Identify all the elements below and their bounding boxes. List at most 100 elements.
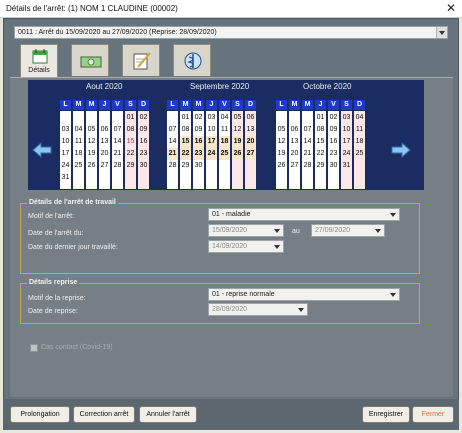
calendar-day[interactable]: 16 xyxy=(193,136,204,148)
calendar-day[interactable]: 07 xyxy=(167,124,178,136)
calendar-day[interactable]: 02 xyxy=(138,112,149,124)
calendar-day[interactable]: 24 xyxy=(206,148,217,160)
calendar-day[interactable]: 04 xyxy=(73,124,84,136)
chevron-down-icon[interactable] xyxy=(272,225,283,236)
calendar-day[interactable]: 22 xyxy=(315,148,326,160)
dernier-jour-field[interactable]: 14/09/2020 xyxy=(208,240,284,253)
calendar-day[interactable]: 18 xyxy=(73,148,84,160)
calendar-day[interactable]: 12 xyxy=(276,136,287,148)
calendar-day[interactable]: 09 xyxy=(138,124,149,136)
calendar-day[interactable]: 08 xyxy=(180,124,191,136)
chevron-down-icon[interactable] xyxy=(373,225,384,236)
calendar-day[interactable]: 06 xyxy=(289,124,300,136)
calendar-day[interactable]: 23 xyxy=(138,148,149,160)
calendar-day[interactable]: 15 xyxy=(315,136,326,148)
calendar-day[interactable]: 01 xyxy=(315,112,326,124)
calendar-day[interactable]: 25 xyxy=(354,148,365,160)
close-icon[interactable]: ✕ xyxy=(446,1,456,15)
calendar-day[interactable]: 31 xyxy=(60,172,71,184)
calendar-day[interactable]: 07 xyxy=(112,124,123,136)
chevron-down-icon[interactable] xyxy=(296,304,307,315)
date-arret-du-field[interactable]: 15/09/2020 xyxy=(208,224,284,237)
calendar-day[interactable]: 27 xyxy=(289,160,300,172)
calendar-day[interactable]: 21 xyxy=(302,148,313,160)
calendar-day[interactable]: 03 xyxy=(341,112,352,124)
calendar-day[interactable]: 10 xyxy=(60,136,71,148)
calendar-day[interactable]: 01 xyxy=(125,112,136,124)
calendar-day[interactable]: 19 xyxy=(86,148,97,160)
motif-arret-select[interactable]: 01 - maladie xyxy=(208,208,400,221)
calendar-day[interactable]: 01 xyxy=(180,112,191,124)
calendar-day[interactable]: 30 xyxy=(193,160,204,172)
calendar-day[interactable]: 20 xyxy=(245,136,256,148)
calendar-day[interactable]: 29 xyxy=(180,160,191,172)
calendar-day[interactable]: 14 xyxy=(167,136,178,148)
calendar-day[interactable]: 27 xyxy=(99,160,110,172)
calendar-day[interactable]: 06 xyxy=(99,124,110,136)
calendar-day[interactable]: 13 xyxy=(289,136,300,148)
calendar-day[interactable]: 30 xyxy=(138,160,149,172)
motif-reprise-select[interactable]: 01 - reprise normale xyxy=(208,288,400,301)
calendar-day[interactable]: 26 xyxy=(276,160,287,172)
calendar-day[interactable]: 24 xyxy=(341,148,352,160)
calendar-day[interactable]: 28 xyxy=(112,160,123,172)
tab-details[interactable]: Détails xyxy=(20,44,58,78)
calendar-day[interactable]: 30 xyxy=(328,160,339,172)
calendar-day[interactable]: 28 xyxy=(302,160,313,172)
calendar-day[interactable]: 16 xyxy=(328,136,339,148)
calendar-day[interactable]: 14 xyxy=(112,136,123,148)
date-reprise-field[interactable]: 28/09/2020 xyxy=(208,303,308,316)
calendar-day[interactable]: 25 xyxy=(219,148,230,160)
calendar-day[interactable]: 02 xyxy=(193,112,204,124)
prev-arrow-icon[interactable] xyxy=(32,142,52,158)
calendar-day[interactable]: 09 xyxy=(193,124,204,136)
calendar-day[interactable]: 17 xyxy=(206,136,217,148)
calendar-day[interactable]: 26 xyxy=(232,148,243,160)
calendar-day[interactable]: 16 xyxy=(138,136,149,148)
correction-arret-button[interactable]: Correction arrêt xyxy=(73,406,135,423)
calendar-day[interactable]: 23 xyxy=(193,148,204,160)
calendar-day[interactable]: 15 xyxy=(125,136,136,148)
calendar-day[interactable]: 25 xyxy=(73,160,84,172)
calendar-day[interactable]: 11 xyxy=(219,124,230,136)
calendar-day[interactable]: 03 xyxy=(206,112,217,124)
calendar-day[interactable]: 09 xyxy=(328,124,339,136)
calendar-day[interactable]: 22 xyxy=(180,148,191,160)
calendar-day[interactable]: 02 xyxy=(328,112,339,124)
calendar-day[interactable]: 12 xyxy=(232,124,243,136)
calendar-day[interactable]: 27 xyxy=(245,148,256,160)
covid-checkbox[interactable] xyxy=(30,344,38,352)
calendar-day[interactable]: 24 xyxy=(60,160,71,172)
calendar-day[interactable]: 07 xyxy=(302,124,313,136)
calendar-day[interactable]: 17 xyxy=(341,136,352,148)
calendar-day[interactable]: 19 xyxy=(276,148,287,160)
calendar-day[interactable]: 28 xyxy=(167,160,178,172)
calendar-day[interactable]: 19 xyxy=(232,136,243,148)
calendar-day[interactable]: 26 xyxy=(86,160,97,172)
calendar-day[interactable]: 18 xyxy=(219,136,230,148)
calendar-day[interactable]: 11 xyxy=(73,136,84,148)
next-arrow-icon[interactable] xyxy=(391,142,411,158)
calendar-day[interactable]: 10 xyxy=(206,124,217,136)
calendar-day[interactable]: 05 xyxy=(276,124,287,136)
chevron-down-icon[interactable] xyxy=(388,209,399,220)
tab-notes[interactable] xyxy=(122,44,160,76)
calendar-day[interactable]: 13 xyxy=(99,136,110,148)
calendar-day[interactable]: 29 xyxy=(125,160,136,172)
calendar-day[interactable]: 18 xyxy=(354,136,365,148)
calendar-day[interactable]: 04 xyxy=(219,112,230,124)
calendar-day[interactable]: 05 xyxy=(86,124,97,136)
calendar-day[interactable]: 14 xyxy=(302,136,313,148)
annuler-arret-button[interactable]: Annuler l'arrêt xyxy=(139,406,197,423)
calendar-day[interactable]: 17 xyxy=(60,148,71,160)
chevron-down-icon[interactable] xyxy=(388,289,399,300)
calendar-day[interactable]: 06 xyxy=(245,112,256,124)
calendar-day[interactable]: 12 xyxy=(86,136,97,148)
calendar-day[interactable]: 15 xyxy=(180,136,191,148)
date-arret-au-field[interactable]: 27/09/2020 xyxy=(311,224,385,237)
calendar-day[interactable]: 21 xyxy=(112,148,123,160)
calendar-day[interactable]: 11 xyxy=(354,124,365,136)
calendar-day[interactable]: 23 xyxy=(328,148,339,160)
prolongation-button[interactable]: Prolongation xyxy=(10,406,70,423)
chevron-down-icon[interactable] xyxy=(272,241,283,252)
